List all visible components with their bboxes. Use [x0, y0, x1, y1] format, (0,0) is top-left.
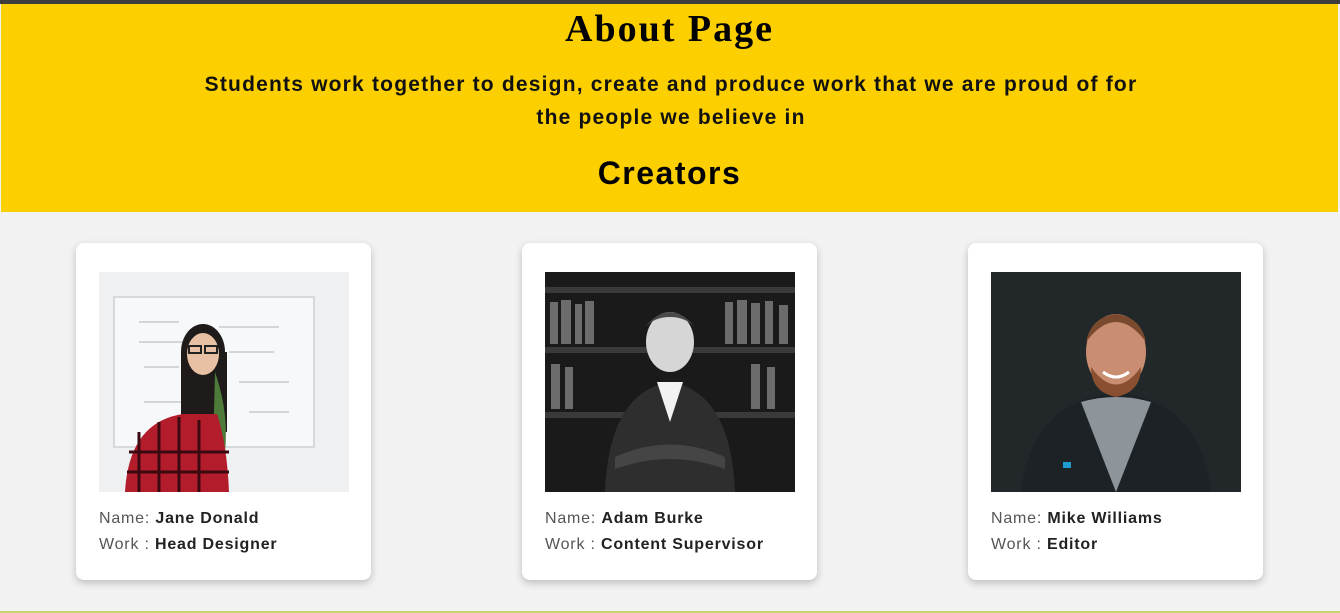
hero-banner: About Page Students work together to des…: [1, 4, 1338, 212]
creator-info: Name: Mike Williams Work : Editor: [991, 506, 1163, 558]
name-label: Name:: [99, 510, 151, 527]
creator-role: Head Designer: [154, 536, 278, 553]
tagline-line-1: Students work together to design, create…: [204, 73, 1138, 96]
page-title: About Page: [565, 8, 774, 50]
creator-role: Editor: [1046, 536, 1099, 553]
creator-role: Content Supervisor: [600, 536, 764, 553]
creator-card-mike-williams: Name: Mike Williams Work : Editor: [968, 243, 1263, 580]
name-label: Name:: [991, 510, 1043, 527]
creator-photo: [99, 272, 349, 492]
name-label: Name:: [545, 510, 597, 527]
tagline: Students work together to design, create…: [171, 68, 1171, 134]
tagline-line-2: the people we believe in: [536, 106, 806, 129]
creator-card-jane-donald: Name: Jane Donald Work : Head Designer: [76, 243, 371, 580]
creator-photo: [991, 272, 1241, 492]
creator-name: Mike Williams: [1047, 510, 1163, 527]
work-label: Work :: [99, 536, 150, 553]
creator-name: Jane Donald: [155, 510, 260, 527]
creator-name: Adam Burke: [601, 510, 704, 527]
creator-card-adam-burke: Name: Adam Burke Work : Content Supervis…: [522, 243, 817, 580]
creator-info: Name: Adam Burke Work : Content Supervis…: [545, 506, 764, 558]
section-heading: Creators: [597, 155, 742, 191]
creator-info: Name: Jane Donald Work : Head Designer: [99, 506, 277, 558]
work-label: Work :: [991, 536, 1042, 553]
creator-photo: [545, 272, 795, 492]
work-label: Work :: [545, 536, 596, 553]
